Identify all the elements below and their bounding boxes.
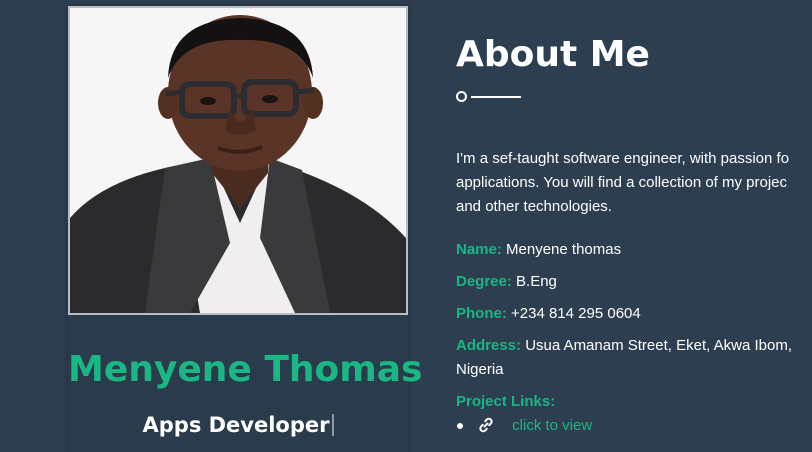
- project-links-label: Project Links:: [456, 393, 556, 410]
- detail-name: Name: Menyene thomas: [456, 238, 621, 262]
- profile-role: Apps Developer: [68, 413, 408, 437]
- profile-name: Menyene Thomas: [68, 349, 423, 390]
- typing-cursor: [331, 414, 334, 436]
- link-icon: [478, 417, 494, 441]
- detail-name-label: Name:: [456, 241, 502, 258]
- detail-address-label: Address:: [456, 337, 522, 354]
- detail-degree-label: Degree:: [456, 273, 512, 290]
- detail-address: Address: Usua Amanam Street, Eket, Akwa …: [456, 334, 792, 382]
- project-links-list: click to view: [456, 414, 592, 441]
- detail-degree: Degree: B.Eng: [456, 270, 557, 294]
- profile-card: Menyene Thomas Apps Developer: [68, 6, 423, 452]
- bullet: [457, 423, 463, 429]
- bio-line: and other technologies.: [456, 198, 612, 215]
- bio-line: I'm a sef-taught software engineer, with…: [456, 150, 790, 167]
- project-link[interactable]: click to view: [512, 417, 592, 434]
- detail-name-value: Menyene thomas: [506, 241, 622, 258]
- detail-address-value-line1: Usua Amanam Street, Eket, Akwa Ibom,: [525, 337, 792, 354]
- about-title: About Me: [456, 34, 650, 75]
- profile-role-text: Apps Developer: [142, 413, 330, 437]
- divider-dot: [456, 91, 467, 102]
- detail-degree-value: B.Eng: [516, 273, 557, 290]
- about-bio: I'm a sef-taught software engineer, with…: [456, 147, 812, 219]
- detail-project-links: Project Links:: [456, 390, 555, 414]
- detail-phone-value: +234 814 295 0604: [511, 305, 641, 322]
- title-divider: [456, 91, 526, 103]
- profile-photo-illustration: [70, 8, 406, 313]
- detail-address-value-line2: Nigeria: [456, 361, 504, 378]
- detail-phone-label: Phone:: [456, 305, 507, 322]
- bio-line: applications. You will find a collection…: [456, 174, 788, 191]
- divider-line: [471, 96, 521, 98]
- profile-photo: [68, 6, 408, 315]
- page: Menyene Thomas Apps Developer About Me I…: [0, 0, 812, 452]
- list-item: click to view: [456, 414, 592, 441]
- detail-phone: Phone: +234 814 295 0604: [456, 302, 641, 326]
